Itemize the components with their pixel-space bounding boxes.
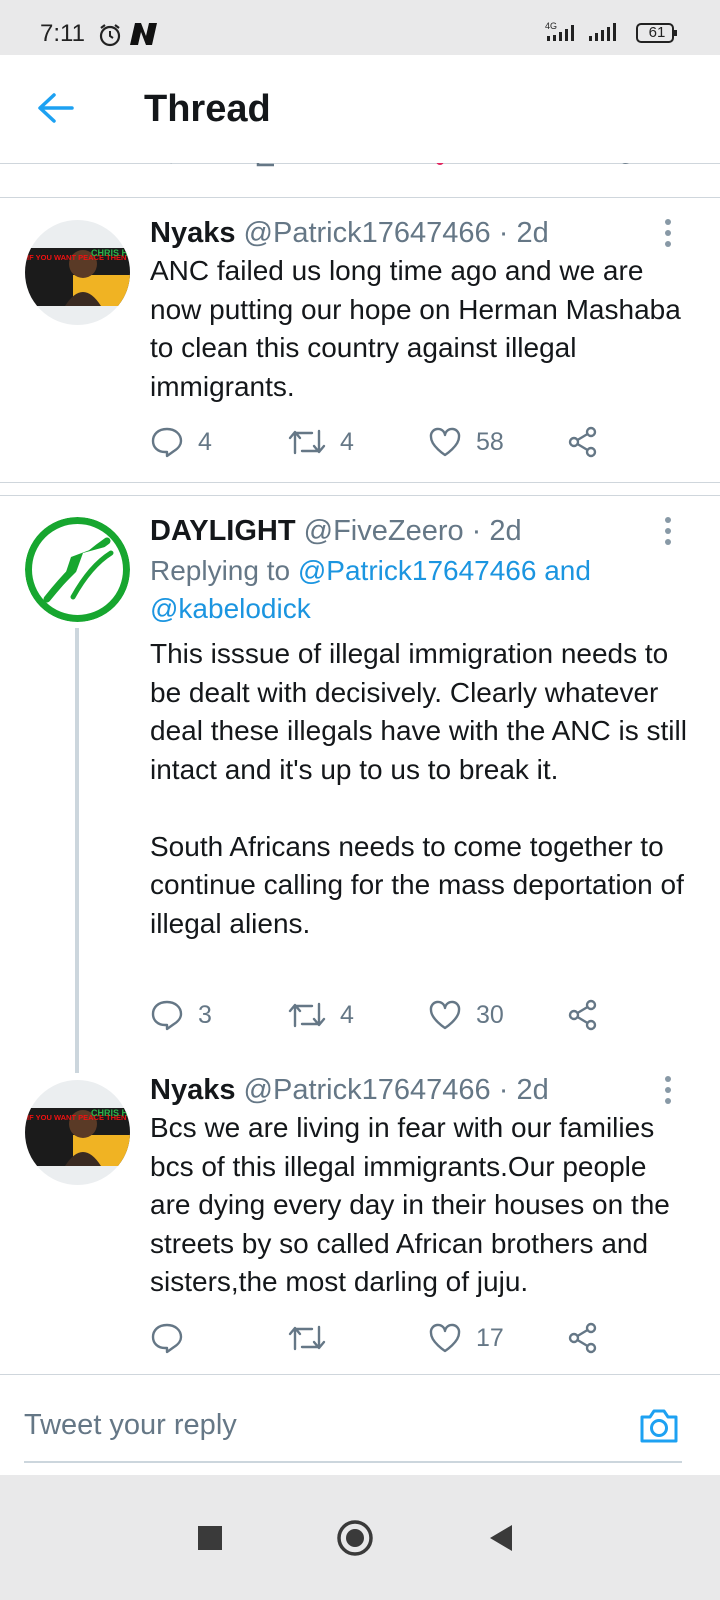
battery-level: 61 [648,24,666,41]
retweet-icon [288,1002,326,1028]
retweet-count: 4 [340,427,354,456]
reply-button[interactable] [150,1318,198,1358]
square-icon [198,1525,222,1550]
avatar-right-text: CHRIS HANI [91,1108,130,1118]
recents-button[interactable] [180,1475,240,1600]
separator: · [471,515,482,547]
timestamp: 2d [489,515,522,547]
more-icon[interactable] [662,517,674,547]
system-nav-bar [0,1475,720,1600]
like-icon [429,1323,461,1353]
share-button[interactable] [566,1318,600,1358]
like-button[interactable]: 58 [428,422,504,462]
reply-button[interactable]: 4 [150,422,212,462]
share-icon [568,999,597,1031]
author-handle[interactable]: @FiveZeero [304,515,464,547]
back-arrow-icon[interactable] [36,92,74,129]
thread-connector-line [75,628,79,1073]
section-divider [0,482,720,496]
tweet-3[interactable]: IF YOU WANT PEACE THEN YOU MUST STRUGGLE… [0,1072,720,1372]
tweet-text: Bcs we are living in fear with our famil… [150,1112,670,1297]
camera-icon[interactable] [638,1407,680,1450]
alarm-icon [97,22,123,53]
back-triangle-icon [490,1524,512,1551]
tweet-header: DAYLIGHT @FiveZeero · 2d [150,515,522,548]
author-handle[interactable]: @Patrick17647466 [244,217,491,249]
reply-icon [151,1323,183,1354]
timestamp: 2d [516,217,549,249]
avatar[interactable]: IF YOU WANT PEACE THEN YOU MUST STRUGGLE… [25,1080,130,1185]
like-button[interactable]: 30 [428,995,504,1035]
signal-icon: 4G [545,20,631,51]
retweet-count: 4 [340,1000,354,1029]
page-title: Thread [144,88,271,130]
replying-prefix: Replying to [150,555,298,586]
separator: · [498,1074,509,1106]
share-button[interactable] [566,995,600,1035]
author-name[interactable]: Nyaks [150,1074,235,1106]
reply-button[interactable]: 3 [150,995,212,1035]
timestamp: 2d [516,1074,549,1106]
share-button[interactable] [566,422,600,462]
svg-text:4G: 4G [545,21,557,31]
author-name[interactable]: DAYLIGHT [150,515,296,547]
more-icon[interactable] [662,219,674,249]
reply-icon [151,1000,183,1031]
app-bar: Thread [0,55,720,164]
author-handle[interactable]: @Patrick17647466 [244,1074,491,1106]
battery-icon: 61 [636,23,678,43]
reply-count: 3 [198,1000,212,1029]
avatar[interactable]: IF YOU WANT PEACE THEN YOU MUST STRUGGLE… [25,220,130,325]
home-button[interactable] [325,1475,385,1600]
like-icon [429,1000,461,1030]
tweet-header: Nyaks @Patrick17647466 · 2d [150,217,549,250]
avatar-right-text: CHRIS HANI [91,248,130,258]
separator: · [498,217,509,249]
tweet-actions: 3 4 30 [150,995,620,1035]
retweet-button[interactable] [288,1318,340,1358]
tweet-text: This isssue of illegal immigration needs… [150,638,687,939]
home-circle-icon [337,1519,373,1556]
tweet-text: ANC failed us long time ago and we are n… [150,255,681,402]
like-count: 17 [476,1323,504,1352]
back-button[interactable] [470,1475,530,1600]
replying-to: Replying to @Patrick17647466 and @kabelo… [150,552,690,628]
status-bar: 7:11 4G 61 [0,0,720,55]
retweet-button[interactable]: 4 [288,422,354,462]
avatar[interactable] [25,517,130,622]
app-notification-icon [128,21,160,52]
retweet-icon [288,1325,326,1351]
like-count: 58 [476,427,504,456]
retweet-button[interactable]: 4 [288,995,354,1035]
reply-input-underline [24,1461,682,1463]
tweet-1[interactable]: IF YOU WANT PEACE THEN YOU MUST STRUGGLE… [0,197,720,482]
tweet-2[interactable]: DAYLIGHT @FiveZeero · 2d Replying to @Pa… [0,495,720,1065]
reply-composer: Tweet your reply [0,1375,720,1475]
like-count: 30 [476,1000,504,1029]
reply-input[interactable]: Tweet your reply [24,1409,237,1442]
reply-count: 4 [198,427,212,456]
tweet-header: Nyaks @Patrick17647466 · 2d [150,1074,549,1107]
author-name[interactable]: Nyaks [150,217,235,249]
previous-tweet-actions [0,163,720,198]
like-button[interactable]: 17 [428,1318,504,1358]
share-icon [568,1322,597,1354]
more-icon[interactable] [662,1076,674,1106]
status-time: 7:11 [40,20,85,47]
tweet-actions: 17 [150,1318,620,1358]
tweet-actions: 4 4 58 [150,422,620,462]
like-icon [429,427,461,457]
share-icon [568,426,597,458]
reply-icon [151,427,183,458]
retweet-icon [288,429,326,455]
